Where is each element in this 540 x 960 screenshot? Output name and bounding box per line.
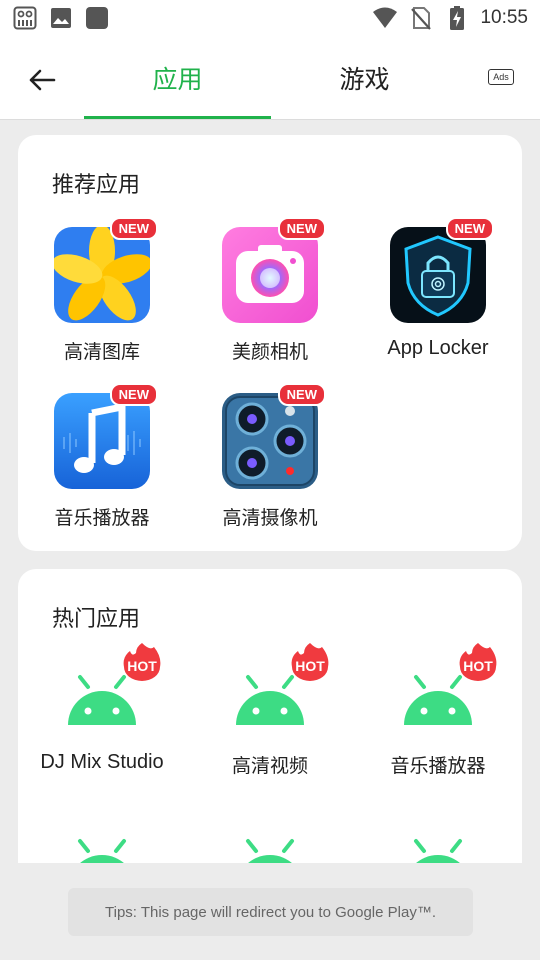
battery-charging-icon <box>444 5 470 31</box>
app-item-hd-camera[interactable]: NEW 高清摄像机 <box>186 383 354 530</box>
app-label: 音乐播放器 <box>54 507 150 529</box>
app-label: 高清视频 <box>231 755 308 777</box>
square-icon <box>84 5 110 31</box>
top-tab-bar: 应用 游戏 Ads <box>0 36 540 120</box>
redirect-tip: Tips: This page will redirect you to Goo… <box>68 888 473 936</box>
tab-selected-indicator <box>84 116 271 119</box>
section-title: 热门应用 <box>52 607 141 632</box>
app-label: 音乐播放器 <box>390 755 486 777</box>
beauty-camera-icon <box>222 227 318 323</box>
hot-app-item-dj-mix-studio[interactable]: HOT DJ Mix Studio <box>18 643 186 774</box>
hot-app-item-music-player[interactable]: HOT 音乐播放器 <box>354 643 522 778</box>
hot-app-item-partial[interactable] <box>186 807 354 863</box>
new-badge: NEW <box>109 217 158 240</box>
app-item-gallery[interactable]: NEW 高清图库 <box>18 217 186 364</box>
app-item-app-locker[interactable]: NEW App Locker <box>354 217 522 360</box>
android-icon <box>78 839 126 863</box>
status-bar: 10:55 <box>0 0 540 36</box>
ads-button[interactable]: Ads <box>488 69 514 85</box>
wifi-icon <box>372 5 398 31</box>
hot-badge-text: HOT <box>127 658 157 674</box>
multi-lens-camera-icon <box>222 393 318 489</box>
android-icon <box>414 839 462 863</box>
android-icon <box>246 839 294 863</box>
new-badge: NEW <box>445 217 494 240</box>
new-badge: NEW <box>277 217 326 240</box>
app-label: 美颜相机 <box>231 341 308 363</box>
hot-app-item-partial[interactable] <box>18 807 186 863</box>
app-label: 高清图库 <box>63 341 140 363</box>
hot-apps-card: 热门应用 HOT DJ Mix Studio HOT 高清视频 HOT 音乐播放… <box>18 569 522 863</box>
app-label: 高清摄像机 <box>222 507 318 529</box>
app-item-beauty-camera[interactable]: NEW 美颜相机 <box>186 217 354 364</box>
music-note-icon <box>54 393 150 489</box>
tab-apps[interactable]: 应用 <box>84 36 271 120</box>
hot-badge-text: HOT <box>295 658 325 674</box>
hot-badge: HOT <box>459 643 497 681</box>
content-scroll-area[interactable]: 推荐应用 NEW 高清图库 NEW 美颜相机 NEW App Locker NE… <box>0 121 540 863</box>
section-title: 推荐应用 <box>52 173 141 198</box>
hot-badge: HOT <box>291 643 329 681</box>
recommended-apps-card: 推荐应用 NEW 高清图库 NEW 美颜相机 NEW App Locker NE… <box>18 135 522 551</box>
hot-badge-text: HOT <box>463 658 493 674</box>
hot-app-item-hd-video[interactable]: HOT 高清视频 <box>186 643 354 778</box>
new-badge: NEW <box>109 383 158 406</box>
app-notification-icon <box>12 5 38 31</box>
tab-games[interactable]: 游戏 <box>271 36 458 120</box>
arrow-left-icon <box>29 69 56 91</box>
clock: 10:55 <box>480 7 528 28</box>
no-sim-icon <box>408 5 434 31</box>
back-button[interactable] <box>22 60 62 100</box>
app-item-music-player[interactable]: NEW 音乐播放器 <box>18 383 186 530</box>
app-label: DJ Mix Studio <box>40 751 164 773</box>
new-badge: NEW <box>277 383 326 406</box>
app-label: App Locker <box>387 337 489 359</box>
fingerprint-lock-icon <box>390 227 486 323</box>
image-icon <box>48 5 74 31</box>
hot-badge: HOT <box>123 643 161 681</box>
gallery-flower-icon <box>54 227 150 323</box>
hot-app-item-partial[interactable] <box>354 807 522 863</box>
